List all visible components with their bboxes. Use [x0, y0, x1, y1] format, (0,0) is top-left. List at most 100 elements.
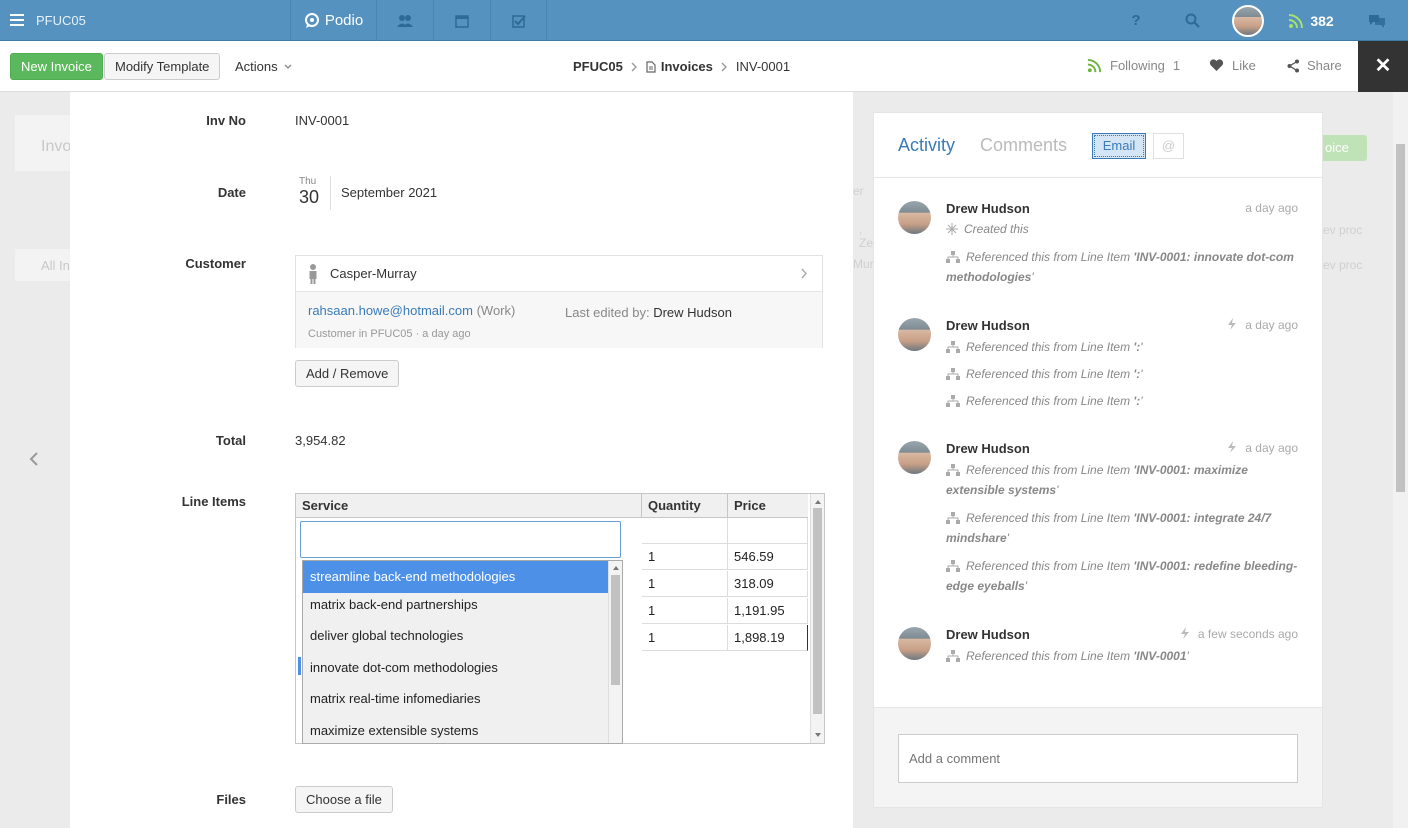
dropdown-scrollbar[interactable]	[608, 561, 622, 743]
activity-time-row: a day ago	[1227, 441, 1298, 455]
avatar[interactable]	[898, 201, 931, 234]
chevron-right-icon	[721, 62, 727, 71]
avatar-image	[1232, 4, 1264, 37]
inv-no-value: INV-0001	[295, 113, 350, 128]
background-right: oice ev proc ev proc	[1323, 92, 1393, 828]
line-item-link[interactable]: 'INV-0001	[1133, 649, 1186, 663]
activity-text: Referenced this from Line Item	[966, 367, 1134, 381]
field-labels-column	[70, 92, 265, 828]
table-cell[interactable]	[728, 518, 808, 544]
dropdown-option[interactable]: deliver global technologies	[303, 620, 608, 652]
price-cell[interactable]: 318.09	[728, 571, 808, 597]
dropdown-option[interactable]: matrix real-time infomediaries	[303, 683, 608, 715]
background-text: , Ze	[859, 222, 874, 250]
search-icon[interactable]	[1164, 0, 1220, 41]
previous-item-arrow[interactable]	[28, 451, 40, 467]
choose-file-button[interactable]: Choose a file	[295, 786, 393, 813]
activity-time-row: a few seconds ago	[1180, 627, 1298, 641]
hierarchy-icon	[946, 395, 960, 407]
hierarchy-icon	[946, 464, 960, 476]
notifications-button[interactable]: 382	[1276, 0, 1346, 41]
activity-text: Referenced this from Line Item	[966, 649, 1134, 663]
activity-text: Created this	[964, 222, 1029, 236]
total-label: Total	[215, 433, 246, 448]
activity-author[interactable]: Drew Hudson	[946, 441, 1030, 456]
quantity-cell[interactable]: 1	[642, 625, 728, 651]
avatar[interactable]	[898, 318, 931, 351]
date-month-year: September 2021	[341, 185, 438, 200]
avatar[interactable]	[898, 627, 931, 660]
scroll-up-icon[interactable]	[612, 565, 620, 571]
price-cell[interactable]: 546.59	[728, 544, 808, 570]
service-input[interactable]	[300, 521, 621, 558]
last-edited-label: Last edited by:	[565, 305, 650, 320]
hamburger-menu-icon[interactable]	[10, 12, 26, 28]
avatar[interactable]	[898, 441, 931, 474]
price-cell[interactable]: 1,191.95	[728, 598, 808, 624]
actions-dropdown[interactable]: Actions	[235, 59, 292, 74]
quantity-cell[interactable]: 1	[642, 571, 728, 597]
lightning-icon	[1180, 627, 1189, 639]
breadcrumb-workspace[interactable]: PFUC05	[573, 59, 623, 74]
quantity-cell[interactable]: 1	[642, 598, 728, 624]
customer-email[interactable]: rahsaan.howe@hotmail.com	[308, 303, 473, 318]
dropdown-option[interactable]: maximize extensible systems	[303, 715, 608, 743]
activity-text: '	[1140, 394, 1143, 408]
dropdown-option[interactable]: matrix back-end partnerships	[303, 589, 608, 621]
activity-text: Referenced this from Line Item	[966, 559, 1134, 573]
customer-card[interactable]: Casper-Murray rahsaan.howe@hotmail.com (…	[295, 255, 823, 348]
tab-activity[interactable]: Activity	[898, 135, 955, 156]
comment-input[interactable]	[898, 734, 1298, 783]
tab-email[interactable]: Email	[1092, 133, 1146, 159]
background-text: ev proc	[1323, 258, 1363, 272]
share-label: Share	[1307, 58, 1342, 73]
activity-author[interactable]: Drew Hudson	[946, 318, 1030, 333]
chevron-right-icon	[801, 268, 807, 279]
activity-text: '	[1024, 579, 1028, 593]
scroll-up-icon[interactable]	[814, 499, 822, 505]
table-scrollbar[interactable]	[810, 494, 824, 743]
customer-name[interactable]: Casper-Murray	[330, 266, 417, 281]
share-button[interactable]: Share	[1287, 58, 1342, 73]
hierarchy-icon	[946, 251, 960, 263]
tab-mention[interactable]: @	[1153, 133, 1184, 159]
dropdown-option[interactable]: innovate dot-com methodologies	[303, 652, 608, 684]
table-cell[interactable]	[642, 518, 728, 544]
contacts-icon[interactable]	[376, 0, 433, 41]
activity-author[interactable]: Drew Hudson	[946, 627, 1030, 642]
chat-icon[interactable]	[1346, 0, 1408, 41]
help-icon[interactable]: ?	[1108, 0, 1164, 41]
activity-text: '	[1056, 483, 1059, 497]
last-edited-by: Drew Hudson	[653, 305, 732, 320]
chevron-right-icon	[631, 62, 637, 71]
activity-line: Referenced this from Line Item 'INV-0001…	[946, 646, 1301, 666]
activity-time: a day ago	[1245, 441, 1298, 455]
price-cell[interactable]: 1,898.19	[728, 625, 808, 651]
like-button[interactable]: Like	[1209, 58, 1256, 73]
background-gap: er , Ze Mur	[853, 92, 874, 828]
customer-meta: Customer in PFUC05 · a day ago	[308, 328, 471, 340]
workspace-name[interactable]: PFUC05	[36, 13, 86, 28]
date-day-of-week: Thu	[299, 176, 317, 187]
new-invoice-button[interactable]: New Invoice	[10, 53, 103, 80]
activity-text: '	[1140, 367, 1143, 381]
podio-logo[interactable]: Podio	[290, 0, 376, 41]
page-scrollbar[interactable]	[1393, 92, 1408, 828]
hierarchy-icon	[946, 650, 960, 662]
breadcrumb-app[interactable]: Invoices	[661, 59, 713, 74]
tab-comments[interactable]: Comments	[980, 135, 1067, 156]
notifications-count: 382	[1310, 12, 1334, 29]
activity-line: Referenced this from Line Item 'INV-0001…	[946, 460, 1301, 500]
quantity-cell[interactable]: 1	[642, 544, 728, 570]
top-right-controls: ? 382	[1108, 0, 1408, 41]
calendar-icon[interactable]	[433, 0, 490, 41]
scroll-down-icon[interactable]	[814, 732, 822, 738]
user-avatar[interactable]	[1220, 0, 1276, 41]
activity-text: '	[1186, 649, 1189, 663]
activity-author[interactable]: Drew Hudson	[946, 201, 1030, 216]
close-button[interactable]: ✕	[1358, 41, 1408, 92]
modify-template-button[interactable]: Modify Template	[104, 53, 221, 80]
tasks-icon[interactable]	[490, 0, 547, 41]
following-button[interactable]: Following 1	[1087, 58, 1180, 73]
add-remove-button[interactable]: Add / Remove	[295, 360, 400, 387]
